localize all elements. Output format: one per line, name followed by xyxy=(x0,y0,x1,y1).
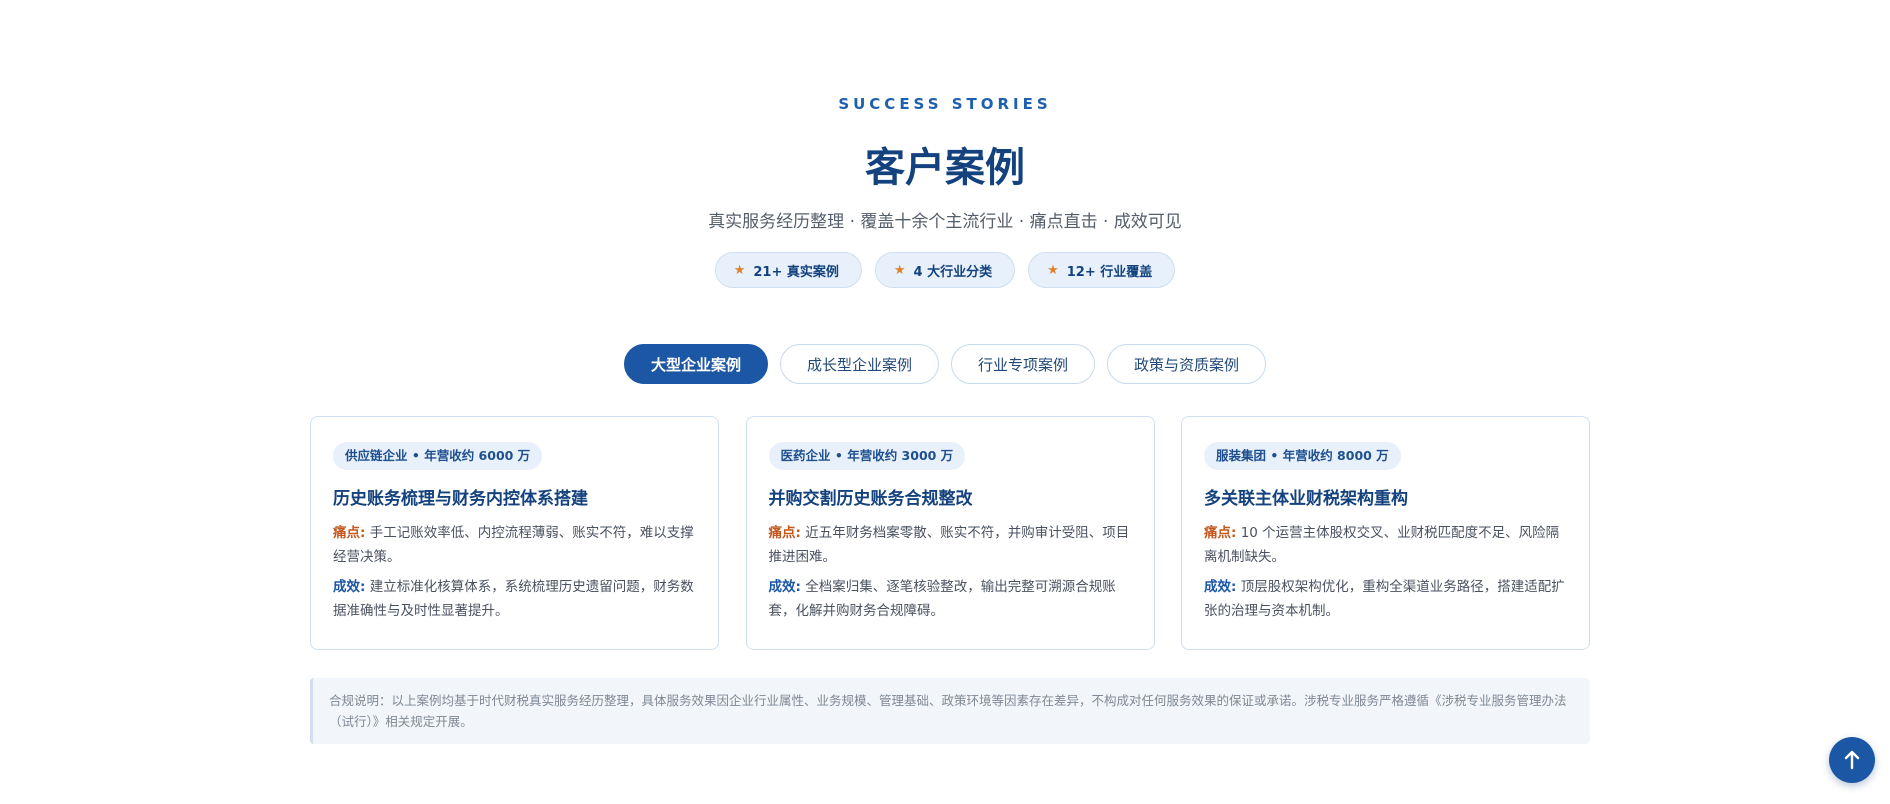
tab-large-enterprise[interactable]: 大型企业案例 xyxy=(623,344,768,384)
case-result: 成效: 建立标准化核算体系，系统梳理历史遗留问题，财务数据准确性与及时性显著提升… xyxy=(333,575,696,623)
result-label: 成效: xyxy=(333,579,366,595)
page: SUCCESS STORIES 客户案例 真实服务经历整理 · 覆盖十余个主流行… xyxy=(0,0,1890,804)
case-result: 成效: 顶层股权架构优化，重构全渠道业务路径，搭建适配扩张的治理与资本机制。 xyxy=(1204,575,1567,623)
pain-label: 痛点: xyxy=(333,525,366,541)
case-card[interactable]: 供应链企业 • 年营收约 6000 万 历史账务梳理与财务内控体系搭建 痛点: … xyxy=(310,416,719,650)
pain-text: 手工记账效率低、内控流程薄弱、账实不符，难以支撑经营决策。 xyxy=(333,525,694,565)
pain-text: 10 个运营主体股权交叉、业财税匹配度不足、风险隔离机制缺失。 xyxy=(1204,525,1560,565)
result-text: 建立标准化核算体系，系统梳理历史遗留问题，财务数据准确性与及时性显著提升。 xyxy=(333,579,694,619)
stat-badge-industries: ★ 12+ 行业覆盖 xyxy=(1028,252,1176,288)
case-pain: 痛点: 近五年财务档案零散、账实不符，并购审计受阻、项目推进困难。 xyxy=(769,521,1132,569)
case-card[interactable]: 服装集团 • 年营收约 8000 万 多关联主体业财税架构重构 痛点: 10 个… xyxy=(1181,416,1590,650)
star-icon: ★ xyxy=(1047,262,1059,278)
result-text: 全档案归集、逐笔核验整改，输出完整可溯源合规账套，化解并购财务合规障碍。 xyxy=(768,579,1116,619)
pain-text: 近五年财务档案零散、账实不符，并购审计受阻、项目推进困难。 xyxy=(768,525,1130,565)
stats-row: ★ 21+ 真实案例 ★ 4 大行业分类 ★ 12+ 行业覆盖 xyxy=(0,252,1890,288)
case-title: 多关联主体业财税架构重构 xyxy=(1204,489,1408,509)
page-title: 客户案例 xyxy=(865,145,1025,191)
case-card[interactable]: 医药企业 • 年营收约 3000 万 并购交割历史账务合规整改 痛点: 近五年财… xyxy=(745,416,1155,650)
stat-badge-categories: ★ 4 大行业分类 xyxy=(874,252,1016,288)
case-title: 历史账务梳理与财务内控体系搭建 xyxy=(333,489,588,509)
compliance-notice: 合规说明：以上案例均基于时代财税真实服务经历整理，具体服务效果因企业行业属性、业… xyxy=(310,678,1590,744)
arrow-up-icon xyxy=(1844,750,1860,770)
star-icon: ★ xyxy=(893,262,906,278)
pain-label: 痛点: xyxy=(768,525,801,541)
stat-label: 4 大行业分类 xyxy=(913,264,993,280)
stat-label: 12+ 行业覆盖 xyxy=(1066,264,1153,280)
case-tag: 供应链企业 • 年营收约 6000 万 xyxy=(333,442,543,470)
back-to-top-button[interactable] xyxy=(1829,737,1875,783)
result-label: 成效: xyxy=(768,579,801,595)
case-tag: 服装集团 • 年营收约 8000 万 xyxy=(1204,442,1401,470)
tab-industry-special[interactable]: 行业专项案例 xyxy=(951,344,1096,384)
stat-badge-cases: ★ 21+ 真实案例 xyxy=(714,252,862,288)
result-label: 成效: xyxy=(1204,579,1237,595)
stat-label: 21+ 真实案例 xyxy=(753,264,839,280)
case-pain: 痛点: 手工记账效率低、内控流程薄弱、账实不符，难以支撑经营决策。 xyxy=(333,521,696,569)
star-icon: ★ xyxy=(733,262,746,278)
page-subtitle: 真实服务经历整理 · 覆盖十余个主流行业 · 痛点直击 · 成效可见 xyxy=(708,212,1182,232)
case-tabs: 大型企业案例 成长型企业案例 行业专项案例 政策与资质案例 xyxy=(0,344,1890,384)
case-result: 成效: 全档案归集、逐笔核验整改，输出完整可溯源合规账套，化解并购财务合规障碍。 xyxy=(769,575,1132,623)
section-eyebrow: SUCCESS STORIES xyxy=(838,95,1052,113)
case-title: 并购交割历史账务合规整改 xyxy=(768,489,973,509)
case-pain: 痛点: 10 个运营主体股权交叉、业财税匹配度不足、风险隔离机制缺失。 xyxy=(1204,521,1567,569)
result-text: 顶层股权架构优化，重构全渠道业务路径，搭建适配扩张的治理与资本机制。 xyxy=(1204,579,1565,619)
case-cards: 供应链企业 • 年营收约 6000 万 历史账务梳理与财务内控体系搭建 痛点: … xyxy=(310,416,1590,650)
tab-policy-qualification[interactable]: 政策与资质案例 xyxy=(1107,344,1267,384)
pain-label: 痛点: xyxy=(1204,525,1237,541)
tab-growth-enterprise[interactable]: 成长型企业案例 xyxy=(779,344,939,384)
case-tag: 医药企业 • 年营收约 3000 万 xyxy=(768,442,966,470)
